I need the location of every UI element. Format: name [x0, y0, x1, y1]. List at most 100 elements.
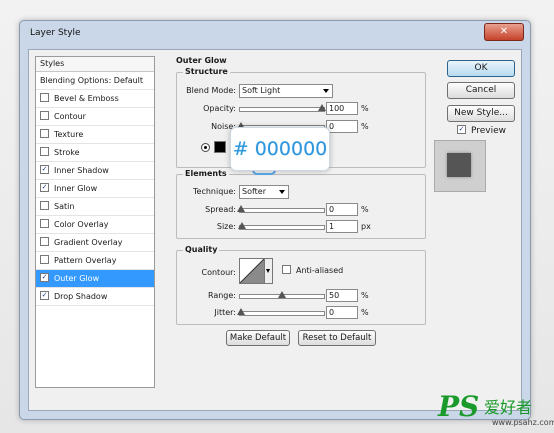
style-checkbox[interactable]: ✓: [40, 183, 49, 192]
noise-unit: %: [361, 122, 369, 131]
technique-label: Technique:: [193, 187, 236, 196]
contour-picker[interactable]: [239, 258, 265, 284]
style-checkbox[interactable]: [40, 147, 49, 156]
style-item-bevel-emboss[interactable]: Bevel & Emboss: [36, 90, 154, 108]
technique-value: Softer: [242, 187, 266, 196]
color-hex-callout: # 000000: [230, 127, 330, 171]
style-item-pattern-overlay[interactable]: Pattern Overlay: [36, 252, 154, 270]
style-checkbox[interactable]: [40, 93, 49, 102]
anti-aliased-box[interactable]: [282, 265, 291, 274]
glow-color-swatch[interactable]: [214, 141, 226, 153]
opacity-unit: %: [361, 104, 369, 113]
opacity-input[interactable]: 100: [326, 102, 358, 115]
opacity-slider[interactable]: [239, 104, 326, 112]
outer-glow-title: Outer Glow: [176, 56, 227, 65]
spread-thumb[interactable]: [237, 205, 245, 212]
close-icon[interactable]: ✕: [484, 23, 524, 41]
preview-checkbox[interactable]: ✓ Preview: [457, 125, 507, 136]
new-style-button[interactable]: New Style...: [447, 105, 515, 122]
style-item-label: Satin: [54, 202, 75, 211]
style-item-inner-glow[interactable]: ✓ Inner Glow: [36, 180, 154, 198]
style-item-drop-shadow[interactable]: ✓ Drop Shadow: [36, 288, 154, 306]
style-item-label: Outer Glow: [54, 274, 100, 283]
watermark: PS 爱好者 www.psahz.com: [430, 388, 554, 433]
make-default-button[interactable]: Make Default: [226, 330, 290, 346]
style-checkbox[interactable]: [40, 219, 49, 228]
opacity-thumb[interactable]: [318, 104, 326, 111]
style-checkbox[interactable]: [40, 111, 49, 120]
noise-input[interactable]: 0: [326, 120, 358, 133]
style-item-texture[interactable]: Texture: [36, 126, 154, 144]
opacity-label: Opacity:: [203, 104, 236, 113]
style-item-outer-glow[interactable]: ✓ Outer Glow: [36, 270, 154, 288]
style-item-label: Inner Glow: [54, 184, 98, 193]
style-item-label: Color Overlay: [54, 220, 109, 229]
jitter-input[interactable]: 0: [326, 306, 358, 319]
style-checkbox[interactable]: [40, 129, 49, 138]
style-item-stroke[interactable]: Stroke: [36, 144, 154, 162]
size-thumb[interactable]: [238, 222, 246, 229]
spread-slider[interactable]: [237, 205, 325, 213]
technique-select[interactable]: Softer: [239, 185, 289, 199]
cancel-button[interactable]: Cancel: [447, 82, 515, 99]
watermark-url: www.psahz.com: [492, 418, 554, 427]
dialog-title: Layer Style: [30, 28, 81, 38]
spread-input[interactable]: 0: [326, 203, 358, 216]
style-item-color-overlay[interactable]: Color Overlay: [36, 216, 154, 234]
range-input[interactable]: 50: [326, 289, 358, 302]
solid-color-radio[interactable]: [201, 143, 210, 152]
dialog-client: Styles Blending Options: Default Bevel &…: [28, 49, 522, 411]
styles-panel: Styles Blending Options: Default Bevel &…: [35, 56, 155, 388]
style-item-label: Texture: [54, 130, 84, 139]
reset-default-button[interactable]: Reset to Default: [298, 330, 376, 346]
style-item-satin[interactable]: Satin: [36, 198, 154, 216]
style-checkbox[interactable]: [40, 255, 49, 264]
style-checkbox[interactable]: [40, 201, 49, 210]
range-unit: %: [361, 291, 369, 300]
style-item-label: Pattern Overlay: [54, 256, 117, 265]
preview-square: [447, 153, 471, 177]
blend-mode-select[interactable]: Soft Light: [239, 84, 333, 98]
contour-label: Contour:: [201, 268, 237, 277]
style-item-label: Bevel & Emboss: [54, 94, 119, 103]
blending-options-item[interactable]: Blending Options: Default: [36, 72, 154, 90]
style-item-gradient-overlay[interactable]: Gradient Overlay: [36, 234, 154, 252]
spread-unit: %: [361, 205, 369, 214]
style-checkbox[interactable]: ✓: [40, 273, 49, 282]
anti-aliased-label: Anti-aliased: [296, 266, 344, 275]
chevron-down-icon: [323, 89, 329, 93]
style-item-contour[interactable]: Contour: [36, 108, 154, 126]
blend-mode-label: Blend Mode:: [186, 86, 236, 95]
structure-title: Structure: [183, 67, 230, 76]
style-checkbox[interactable]: ✓: [40, 291, 49, 300]
anti-aliased-checkbox[interactable]: Anti-aliased: [282, 265, 344, 275]
chevron-down-icon: [279, 190, 285, 194]
range-label: Range:: [207, 291, 236, 300]
styles-header[interactable]: Styles: [36, 57, 154, 72]
style-item-inner-shadow[interactable]: ✓ Inner Shadow: [36, 162, 154, 180]
range-thumb[interactable]: [278, 291, 286, 298]
ok-button[interactable]: OK: [447, 60, 515, 77]
style-checkbox[interactable]: ✓: [40, 165, 49, 174]
watermark-chinese: 爱好者: [484, 398, 533, 417]
size-unit: px: [361, 222, 371, 231]
layer-style-dialog: Layer Style ✕ Styles Blending Options: D…: [19, 20, 531, 420]
jitter-slider[interactable]: [237, 308, 325, 316]
size-slider[interactable]: [238, 222, 325, 230]
style-item-label: Stroke: [54, 148, 80, 157]
size-input[interactable]: 1: [326, 220, 358, 233]
contour-dropdown[interactable]: [264, 258, 273, 284]
style-preview: [434, 140, 486, 192]
style-checkbox[interactable]: [40, 237, 49, 246]
contour-curve-icon: [240, 259, 264, 283]
style-item-label: Inner Shadow: [54, 166, 109, 175]
watermark-logo: PS: [438, 390, 480, 423]
range-slider[interactable]: [239, 291, 325, 299]
style-item-label: Gradient Overlay: [54, 238, 123, 247]
jitter-thumb[interactable]: [237, 308, 245, 315]
size-label: Size:: [216, 222, 236, 231]
jitter-label: Jitter:: [214, 308, 236, 317]
preview-check-box[interactable]: ✓: [457, 125, 466, 134]
preview-label: Preview: [471, 126, 507, 136]
blend-mode-value: Soft Light: [242, 86, 281, 95]
